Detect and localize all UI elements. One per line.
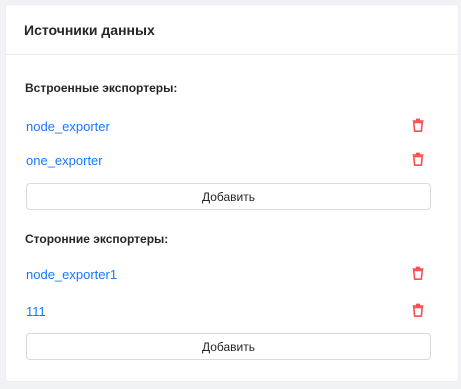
card-header: Источники данных: [6, 5, 458, 55]
trash-icon[interactable]: [411, 303, 425, 317]
list-item: node_exporter: [6, 115, 458, 137]
trash-icon[interactable]: [411, 266, 425, 280]
builtin-section-title: Встроенные экспортеры:: [25, 81, 178, 95]
exporter-link[interactable]: 111: [26, 304, 46, 319]
card-title: Источники данных: [24, 21, 155, 38]
exporter-link[interactable]: node_exporter1: [26, 267, 117, 282]
exporter-link[interactable]: node_exporter: [26, 119, 110, 134]
data-sources-card: Источники данных Встроенные экспортеры: …: [5, 4, 459, 382]
trash-icon[interactable]: [411, 118, 425, 132]
trash-icon[interactable]: [411, 152, 425, 166]
list-item: one_exporter: [6, 149, 458, 171]
list-item: node_exporter1: [6, 263, 458, 285]
exporter-link[interactable]: one_exporter: [26, 153, 103, 168]
add-thirdparty-exporter-button[interactable]: Добавить: [26, 333, 431, 360]
add-builtin-exporter-button[interactable]: Добавить: [26, 183, 431, 210]
list-item: 111: [6, 300, 458, 322]
thirdparty-section-title: Сторонние экспортеры:: [25, 232, 169, 246]
